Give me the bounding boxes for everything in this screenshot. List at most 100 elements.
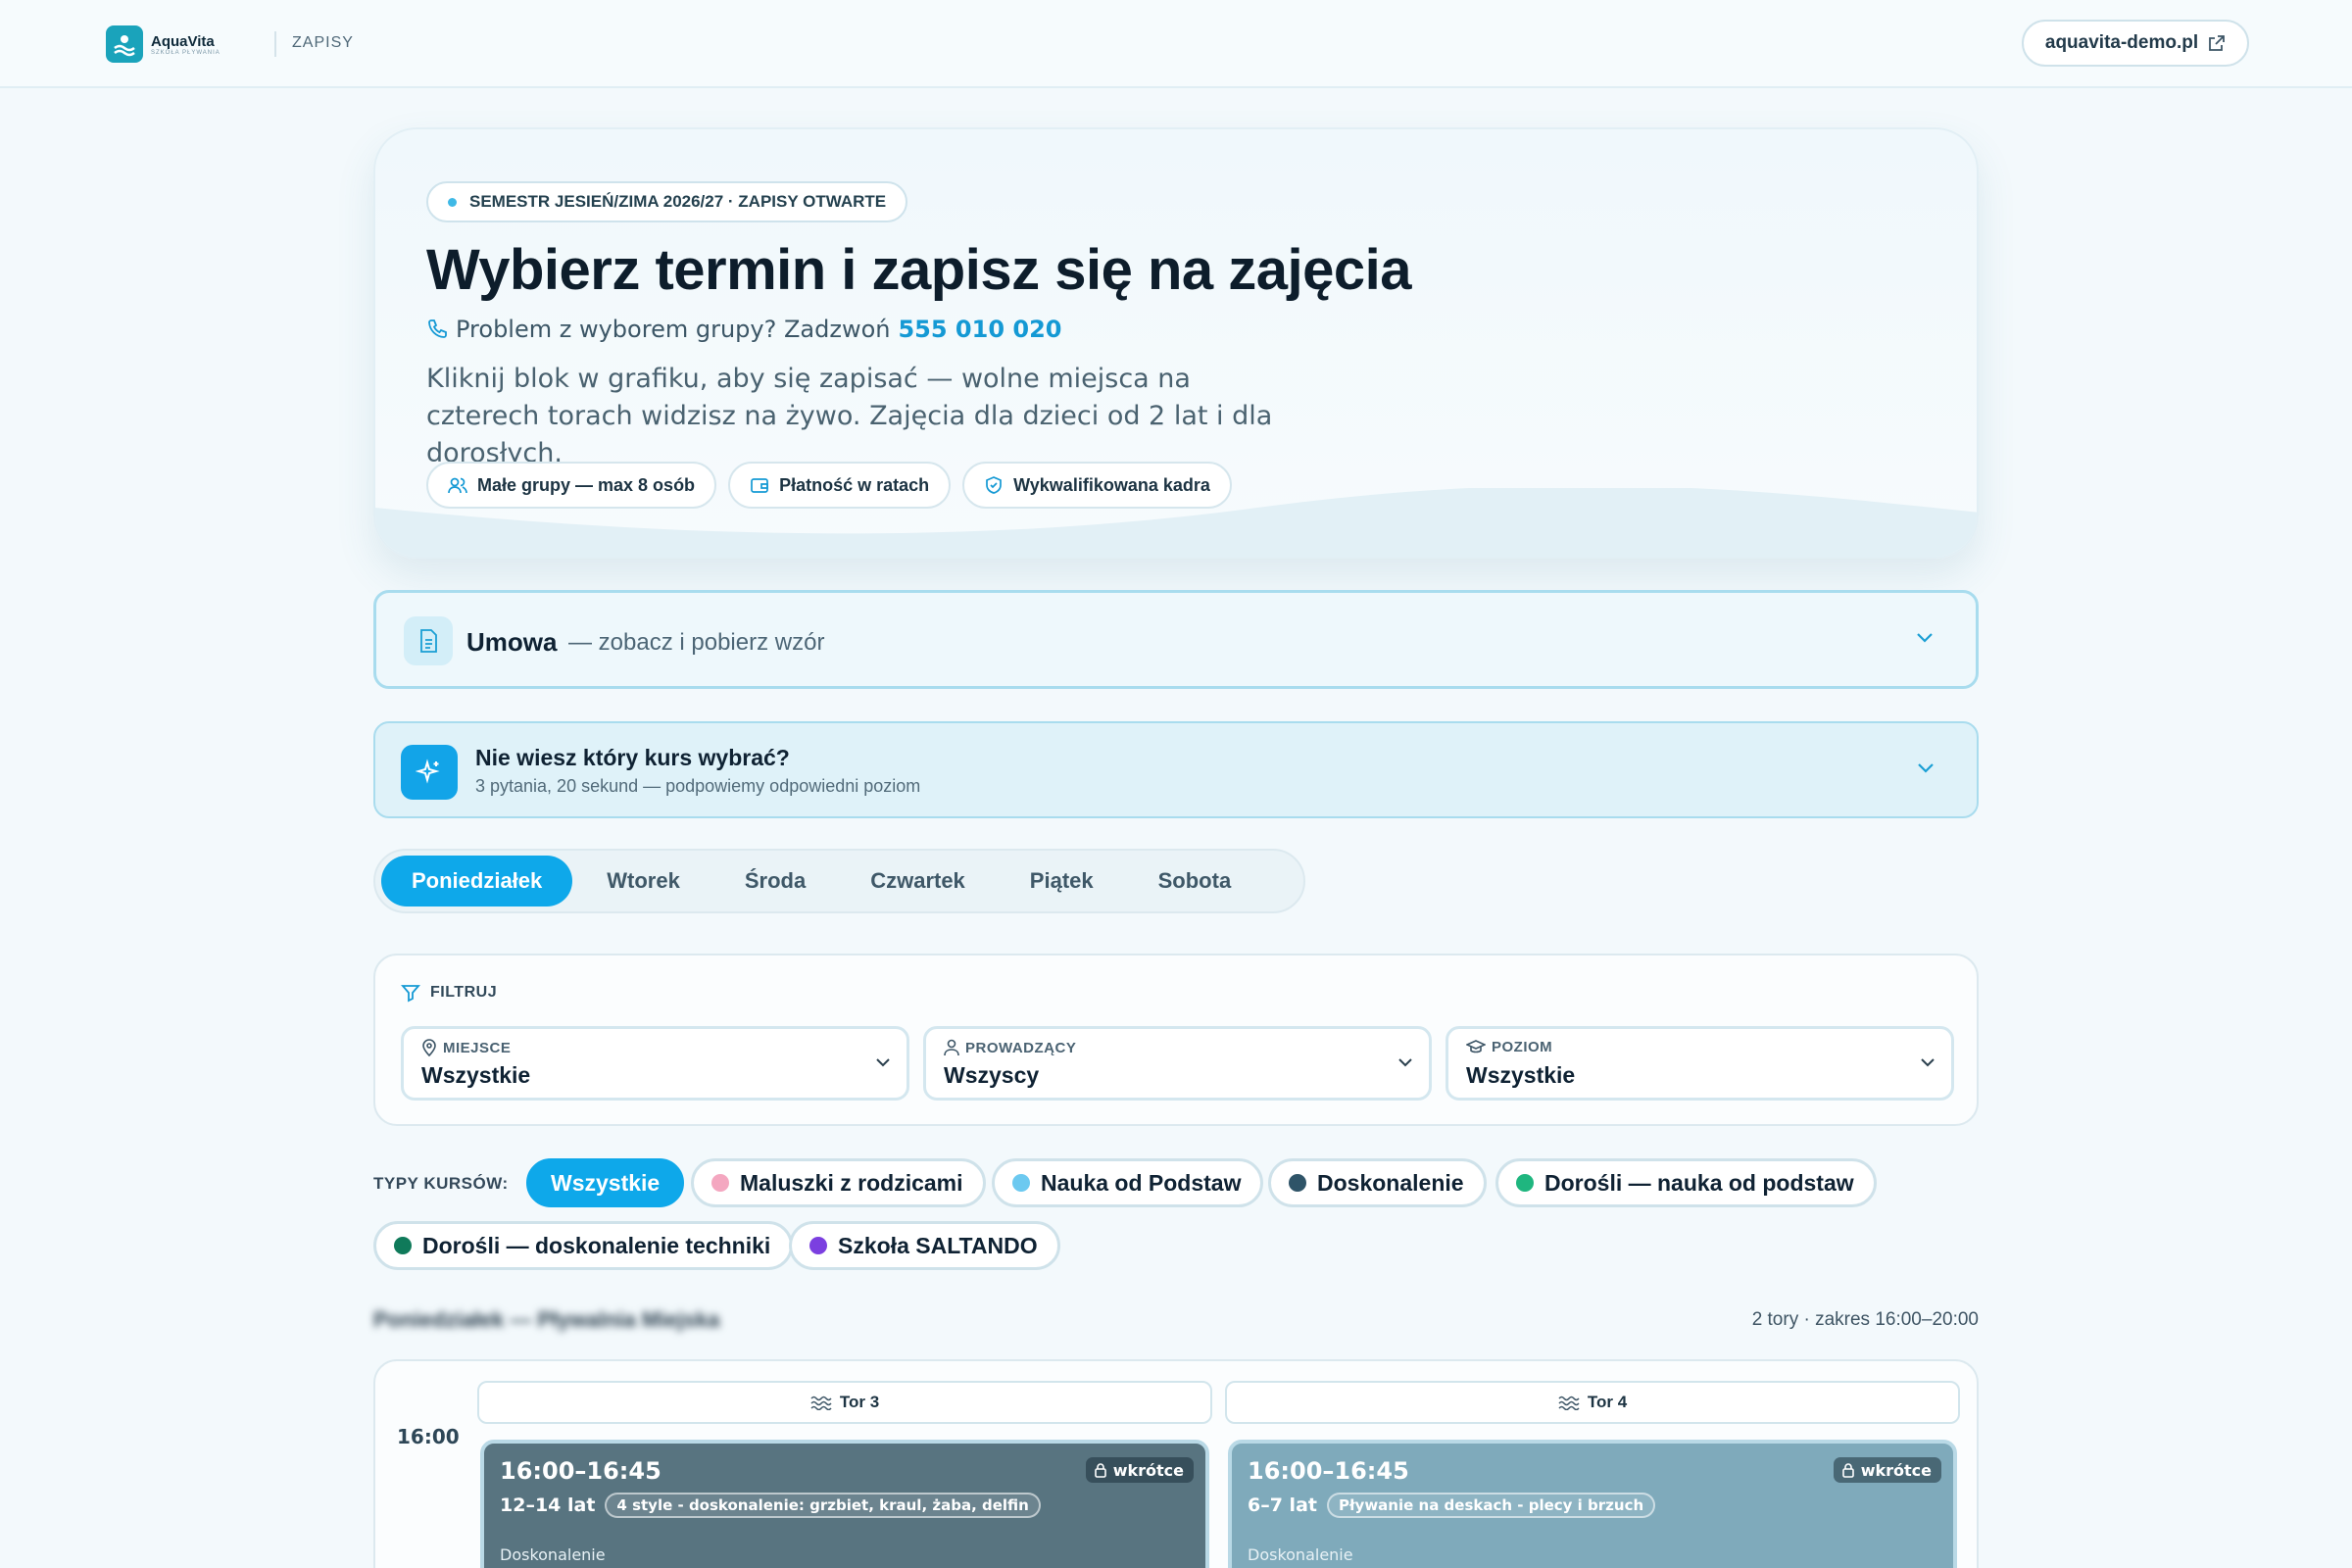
feature-label: Małe grupy — max 8 osób <box>477 474 696 495</box>
navy-dot-icon <box>1289 1174 1306 1192</box>
tab-wtorek[interactable]: Wtorek <box>576 856 710 906</box>
location-value: Wszystkie <box>421 1062 531 1088</box>
swimmer-logo-icon <box>106 25 143 63</box>
tab-sobota[interactable]: Sobota <box>1128 856 1262 906</box>
purple-dot-icon <box>809 1237 827 1254</box>
sparkles-icon <box>401 745 458 800</box>
logo-subtitle: SZKOŁA PŁYWANIA <box>151 49 220 56</box>
tab-poniedzialek[interactable]: Poniedziałek <box>381 856 573 906</box>
class-block[interactable]: 16:00–16:45 wkrótce 12–14 lat 4 style - … <box>480 1440 1209 1568</box>
feature-small-groups: Małe grupy — max 8 osób <box>426 462 717 509</box>
class-type: Doskonalenie <box>500 1545 606 1564</box>
course-type-chip-saltando[interactable]: Szkoła SALTANDO <box>789 1221 1060 1270</box>
hero-card: SEMESTR JESIEŃ/ZIMA 2026/27 · ZAPISY OTW… <box>373 127 1979 559</box>
dark-green-dot-icon <box>394 1237 412 1254</box>
lane-name: Tor 4 <box>1587 1393 1628 1411</box>
user-icon <box>944 1039 959 1056</box>
tab-piatek[interactable]: Piątek <box>1000 856 1124 906</box>
top-bar: AquaVita SZKOŁA PŁYWANIA ZAPISY aquavita… <box>0 0 2352 88</box>
shield-check-icon <box>986 476 1002 494</box>
graduation-cap-icon <box>1466 1039 1486 1053</box>
chevron-down-icon <box>1918 763 1934 773</box>
section-label: ZAPISY <box>292 34 354 51</box>
tab-sroda[interactable]: Środa <box>714 856 836 906</box>
lock-icon <box>1841 1463 1854 1478</box>
tab-czwartek[interactable]: Czwartek <box>840 856 996 906</box>
level-value: Wszystkie <box>1466 1062 1576 1088</box>
green-dot-icon <box>1516 1174 1534 1192</box>
chip-label: Doskonalenie <box>1317 1169 1464 1196</box>
chevron-down-icon <box>1398 1058 1412 1067</box>
level-select[interactable]: POZIOM Wszystkie <box>1446 1026 1954 1101</box>
class-time: 16:00–16:45 <box>1248 1457 1409 1485</box>
lock-icon <box>1094 1463 1106 1478</box>
course-type-chip-dorosli-doskonalenie[interactable]: Dorośli — doskonalenie techniki <box>373 1221 794 1270</box>
chip-label: Dorośli — nauka od podstaw <box>1544 1169 1854 1196</box>
feature-list: Małe grupy — max 8 osób Płatność w ratac… <box>426 462 1232 509</box>
course-type-chip-doskonalenie[interactable]: Doskonalenie <box>1268 1158 1487 1207</box>
hero-description: Kliknij blok w grafiku, aby się zapisać … <box>426 364 1273 468</box>
feature-installments: Płatność w ratach <box>728 462 952 509</box>
class-time: 16:00–16:45 <box>500 1457 662 1485</box>
class-tag: 4 style - doskonalenie: grzbiet, kraul, … <box>605 1493 1041 1518</box>
class-block[interactable]: 16:00–16:45 wkrótce 6–7 lat Pływanie na … <box>1228 1440 1957 1568</box>
quiz-subtitle: 3 pytania, 20 sekund — podpowiemy odpowi… <box>475 776 921 796</box>
time-label: 16:00 <box>397 1425 460 1448</box>
pink-dot-icon <box>711 1174 729 1192</box>
phone-text: Problem z wyborem grupy? Zadzwoń <box>456 316 891 343</box>
light-blue-dot-icon <box>1012 1174 1030 1192</box>
chevron-down-icon <box>1921 1058 1935 1067</box>
chip-label: Wszystkie <box>551 1169 661 1196</box>
chevron-down-icon <box>1917 633 1933 643</box>
location-label: MIEJSCE <box>443 1039 512 1056</box>
class-age: 6–7 lat <box>1248 1494 1317 1516</box>
chevron-down-icon <box>876 1058 890 1067</box>
schedule-title: Poniedziałek — Pływalnia Miejska <box>373 1307 720 1332</box>
instructor-select[interactable]: PROWADZĄCY Wszyscy <box>923 1026 1432 1101</box>
filter-icon <box>401 985 420 1003</box>
chip-label: Dorośli — doskonalenie techniki <box>422 1232 771 1258</box>
lane-header-tor-4: Tor 4 <box>1225 1381 1960 1424</box>
waves-icon <box>1558 1396 1580 1410</box>
lane-header-tor-3: Tor 3 <box>477 1381 1212 1424</box>
course-types-label: TYPY KURSÓW: <box>373 1174 509 1193</box>
course-quiz-accordion[interactable]: Nie wiesz który kurs wybrać? 3 pytania, … <box>373 721 1979 818</box>
course-type-chip-dorosli-nauka[interactable]: Dorośli — nauka od podstaw <box>1495 1158 1877 1207</box>
course-type-chip-maluszki[interactable]: Maluszki z rodzicami <box>691 1158 986 1207</box>
external-link-icon <box>2209 35 2226 51</box>
class-type: Doskonalenie <box>1248 1545 1353 1564</box>
page-title: Wybierz termin i zapisz się na zajęcia <box>426 238 1412 302</box>
semester-badge: SEMESTR JESIEŃ/ZIMA 2026/27 · ZAPISY OTW… <box>426 181 908 222</box>
users-icon <box>448 477 467 494</box>
status-badge: wkrótce <box>1085 1457 1194 1483</box>
contract-accordion[interactable]: Umowa — zobacz i pobierz wzór <box>373 590 1979 689</box>
chip-label: Maluszki z rodzicami <box>740 1169 963 1196</box>
feature-qualified-staff: Wykwalifikowana kadra <box>962 462 1232 509</box>
schedule-grid: 16:00 Tor 3 Tor 4 16:00–16:45 wkrótce 12… <box>373 1359 1979 1568</box>
filter-heading: FILTRUJ <box>401 983 497 1003</box>
class-age: 12–14 lat <box>500 1494 596 1516</box>
schedule-meta: 2 tory · zakres 16:00–20:00 <box>1751 1309 1979 1330</box>
phone-number-link[interactable]: 555 010 020 <box>898 316 1061 343</box>
quiz-title: Nie wiesz który kurs wybrać? <box>475 745 790 770</box>
feature-label: Wykwalifikowana kadra <box>1013 474 1210 495</box>
location-select[interactable]: MIEJSCE Wszystkie <box>401 1026 909 1101</box>
instructor-value: Wszyscy <box>944 1062 1040 1088</box>
level-label: POZIOM <box>1492 1039 1553 1055</box>
site-link-label: aquavita-demo.pl <box>2044 32 2199 53</box>
filter-label: FILTRUJ <box>430 984 498 1001</box>
phone-icon <box>428 319 447 338</box>
day-tabs: Poniedziałek Wtorek Środa Czwartek Piąte… <box>373 849 1305 913</box>
class-tag: Pływanie na deskach - plecy i brzuch <box>1326 1493 1656 1518</box>
status-label: wkrótce <box>1860 1460 1932 1480</box>
contract-subtitle: — zobacz i pobierz wzór <box>568 629 825 656</box>
chip-label: Szkoła SALTANDO <box>838 1232 1038 1258</box>
logo[interactable]: AquaVita SZKOŁA PŁYWANIA <box>106 25 220 63</box>
course-type-chip-all[interactable]: Wszystkie <box>526 1158 685 1207</box>
document-icon <box>404 616 453 665</box>
feature-label: Płatność w ratach <box>779 474 930 495</box>
waves-icon <box>810 1396 832 1410</box>
course-type-chip-nauka[interactable]: Nauka od Podstaw <box>992 1158 1264 1207</box>
lane-name: Tor 3 <box>839 1393 880 1411</box>
site-link-button[interactable]: aquavita-demo.pl <box>2022 20 2249 67</box>
